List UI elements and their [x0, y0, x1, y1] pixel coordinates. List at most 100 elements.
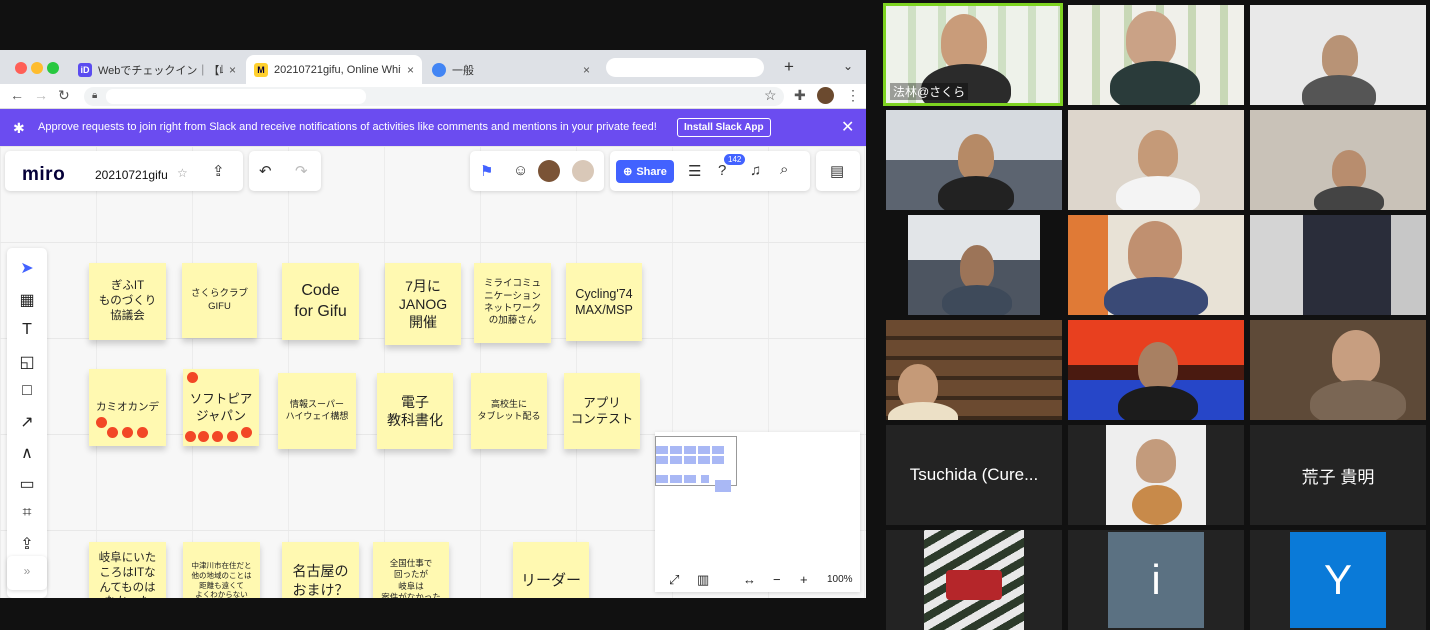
sticky-note[interactable]: 情報スーパー ハイウェイ構想 [278, 373, 356, 449]
settings-sliders-icon[interactable]: ☰ [688, 162, 701, 180]
sticky-note[interactable]: 7月に JANOG 開催 [385, 263, 461, 345]
miro-logo[interactable]: miro [22, 164, 65, 186]
add-collaborator-icon[interactable]: ☺ [513, 162, 528, 179]
sticky-note[interactable]: 高校生に タブレット配る [471, 373, 547, 449]
video-tile[interactable] [1250, 5, 1426, 105]
sticky-note[interactable]: Cycling'74 MAX/MSP [566, 263, 642, 341]
select-cursor-icon[interactable]: ➤ [7, 258, 47, 278]
banner-close-icon[interactable]: ✕ [841, 117, 854, 137]
sticky-note[interactable]: さくらクラブ GIFU [182, 263, 257, 338]
vote-dot[interactable] [107, 427, 118, 438]
tab-search-box[interactable] [606, 58, 764, 77]
install-slack-app-button[interactable]: Install Slack App [677, 118, 771, 137]
extensions-icon[interactable]: ✚ [794, 87, 806, 104]
video-tile[interactable] [1250, 215, 1426, 315]
url-field[interactable]: 🔒︎ [84, 87, 784, 106]
vote-dot[interactable] [241, 427, 252, 438]
fit-screen-icon[interactable]: ⤢ [669, 572, 679, 588]
avatar-tile[interactable]: i [1068, 530, 1244, 630]
sticky-note-tool-icon[interactable]: ◱ [7, 352, 47, 372]
zoom-out-icon[interactable]: − [773, 572, 781, 587]
sticky-note[interactable]: 全国仕事で 回ったが 岐阜は 案件がなかった [373, 542, 449, 598]
vote-dot[interactable] [227, 431, 238, 442]
zoom-in-icon[interactable]: + [800, 572, 808, 587]
name-only-tile[interactable]: 荒子 貴明 [1250, 425, 1426, 525]
collaborator-avatar[interactable] [538, 160, 560, 182]
vote-dot[interactable] [212, 431, 223, 442]
back-arrow-icon[interactable]: ← [10, 87, 24, 103]
bell-icon[interactable]: ♫ [750, 162, 761, 179]
upload-icon[interactable]: ⇪ [7, 534, 47, 554]
shape-tool-icon[interactable]: □ [7, 382, 47, 400]
bookmark-star-icon[interactable]: ☆ [764, 87, 777, 104]
sticky-note[interactable]: 中津川市在住だと 他の地域のことは 距離も遠くて よくわからない [183, 542, 260, 598]
sticky-note[interactable]: リーダー [513, 542, 589, 598]
video-tile[interactable] [1250, 110, 1426, 210]
vote-dot[interactable] [185, 431, 196, 442]
text-tool-icon[interactable]: T [7, 321, 47, 339]
pen-tool-icon[interactable]: ∧ [7, 443, 47, 463]
minimize-window-button[interactable] [31, 62, 43, 74]
video-tile[interactable] [886, 110, 1062, 210]
sticky-note[interactable]: Code for Gifu [282, 263, 359, 340]
browser-window: iD Webでチェックイン｜【岐阜編】 × M 20210721gifu, On… [0, 50, 866, 598]
notes-list-icon[interactable]: ▤ [830, 162, 844, 180]
video-tile-active-speaker[interactable]: 法林@さくら [883, 3, 1063, 106]
undo-icon[interactable]: ↶ [259, 162, 272, 180]
share-button[interactable]: ⊕ Share [616, 160, 674, 183]
connector-arrow-icon[interactable]: ↗ [7, 412, 47, 432]
tab-close-icon[interactable]: × [407, 63, 414, 77]
video-tile[interactable] [1068, 5, 1244, 105]
sticky-note[interactable]: ミライコミュ ニケーション ネットワーク の加藤さん [474, 263, 551, 343]
video-tile[interactable] [1068, 320, 1244, 420]
collaborator-avatar[interactable] [572, 160, 594, 182]
vote-dot[interactable] [137, 427, 148, 438]
video-tile[interactable] [1068, 110, 1244, 210]
forward-arrow-icon[interactable]: → [34, 87, 48, 103]
minimap-panel[interactable]: ⤢ ▥ ↔ − + 100% [655, 432, 860, 592]
sticky-note[interactable]: 名古屋の おまけ？ [282, 542, 359, 598]
video-tile[interactable] [886, 215, 1062, 315]
board-name[interactable]: 20210721gifu [95, 168, 168, 182]
tab-general[interactable]: 一般 × [424, 55, 598, 84]
map-icon[interactable]: ▥ [697, 572, 709, 588]
tab-checkin[interactable]: iD Webでチェックイン｜【岐阜編】 × [70, 55, 244, 84]
new-tab-button[interactable]: + [784, 57, 794, 77]
video-tile[interactable] [1068, 425, 1244, 525]
vote-dot[interactable] [96, 417, 107, 428]
sticky-note[interactable]: ぎふIT ものづくり 協議会 [89, 263, 166, 340]
tab-close-icon[interactable]: × [583, 63, 590, 77]
sticky-note[interactable]: 電子 教科書化 [377, 373, 453, 449]
reload-icon[interactable]: ↻ [58, 87, 70, 104]
name-only-tile[interactable]: Tsuchida (Cure... [886, 425, 1062, 525]
star-icon[interactable]: ☆ [177, 166, 188, 180]
reactions-icon[interactable]: ⚑ [480, 162, 493, 180]
maximize-window-button[interactable] [47, 62, 59, 74]
tab-miro[interactable]: M 20210721gifu, Online Whiteboard × [246, 55, 422, 84]
search-icon[interactable]: ⌕ [780, 161, 788, 178]
tab-menu-icon[interactable]: ⌄ [843, 59, 853, 73]
video-tile[interactable] [886, 320, 1062, 420]
expand-chevron-icon[interactable]: » [7, 564, 47, 578]
vote-dot[interactable] [122, 427, 133, 438]
export-icon[interactable]: ⇪ [212, 162, 225, 180]
redo-icon[interactable]: ↷ [295, 162, 308, 180]
help-icon[interactable]: ? [718, 162, 726, 179]
sticky-note[interactable]: 岐阜にいた ころはITな んてものは なかった [89, 542, 166, 598]
fit-width-icon[interactable]: ↔ [743, 572, 756, 587]
avatar-tile[interactable]: Y [1250, 530, 1426, 630]
video-tile[interactable] [1250, 320, 1426, 420]
profile-avatar[interactable] [817, 87, 834, 104]
frame-tool-icon[interactable]: ⌗ [7, 504, 47, 522]
video-tile[interactable] [1068, 215, 1244, 315]
zoom-level[interactable]: 100% [827, 574, 853, 585]
vote-dot[interactable] [187, 372, 198, 383]
browser-menu-icon[interactable]: ⋮ [846, 87, 860, 104]
vote-dot[interactable] [198, 431, 209, 442]
close-window-button[interactable] [15, 62, 27, 74]
video-tile[interactable] [886, 530, 1062, 630]
templates-icon[interactable]: ▦ [7, 290, 47, 310]
comment-tool-icon[interactable]: ▭ [7, 474, 47, 494]
sticky-note[interactable]: アプリ コンテスト [564, 373, 640, 449]
tab-close-icon[interactable]: × [229, 63, 236, 77]
